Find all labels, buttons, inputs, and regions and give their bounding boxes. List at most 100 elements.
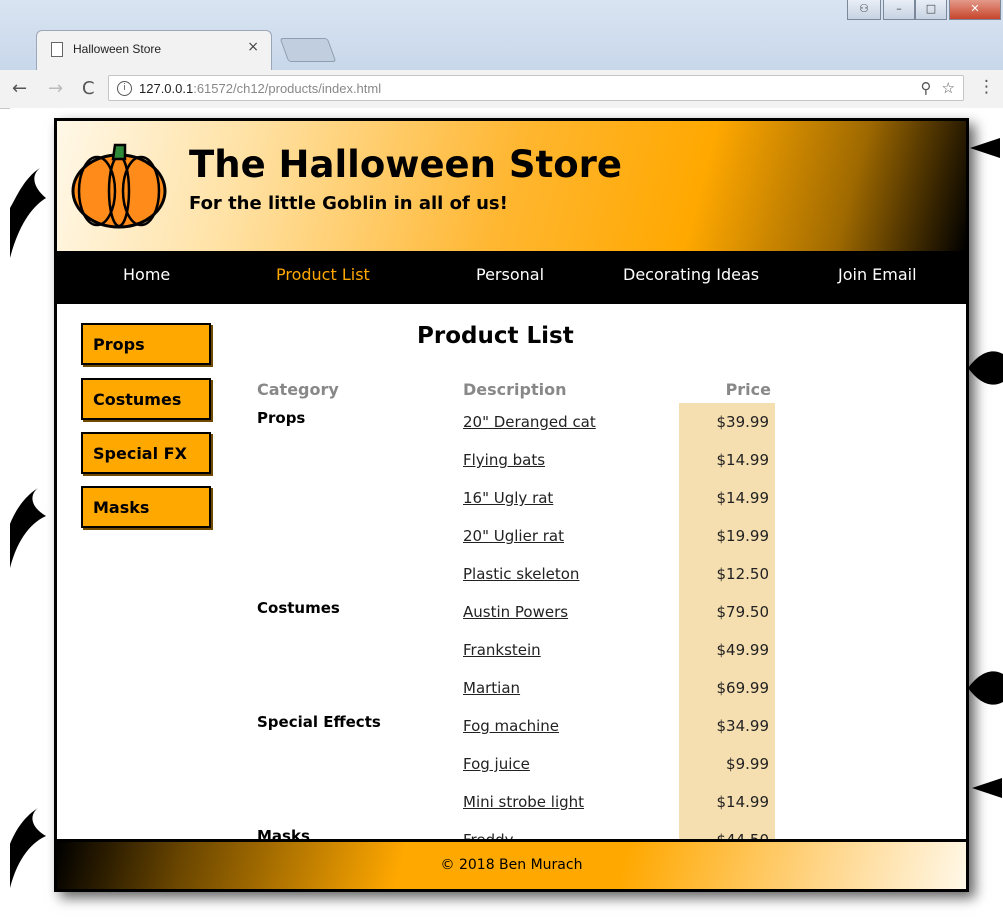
product-link[interactable]: Frankstein [463,641,541,659]
bat-background-icon [968,351,1003,385]
product-link[interactable]: Plastic skeleton [463,565,579,583]
page-container: The Halloween Store For the little Gobli… [54,118,969,892]
table-row: Flying bats $14.99 [257,441,775,479]
price-cell: $39.99 [679,403,775,441]
nav-item-product-list[interactable]: Product List [276,265,370,284]
category-cell [257,669,463,707]
price-cell: $9.99 [679,745,775,783]
table-row: 16" Ugly rat $14.99 [257,479,775,517]
url-text: 127.0.0.1:61572/ch12/products/index.html [139,81,381,96]
price-cell: $12.50 [679,555,775,593]
zoom-icon[interactable]: ⚲ [921,79,932,97]
close-window-icon[interactable]: ✕ [949,0,1001,20]
product-link[interactable]: 20" Uglier rat [463,527,564,545]
nav-item-decorating-ideas[interactable]: Decorating Ideas [623,265,759,284]
bat-background-icon [10,808,46,888]
omnibox-actions: ⚲ ☆ [911,79,955,97]
back-icon[interactable]: ← [12,78,27,99]
browser-tabstrip: Halloween Store × ⚇ – □ ✕ [0,0,1003,70]
description-cell: Frankstein [463,631,679,669]
price-cell: $34.99 [679,707,775,745]
sidebar-item-masks[interactable]: Masks [81,486,211,528]
column-header-description: Description [463,380,567,399]
description-cell: Martian [463,669,679,707]
category-cell: Costumes [257,599,340,617]
nav-item-home[interactable]: Home [123,265,170,284]
page-title: Product List [417,323,574,349]
nav-item-join-email[interactable]: Join Email [838,265,917,284]
category-cell [257,631,463,669]
sidebar-item-costumes[interactable]: Costumes [81,378,211,420]
minimize-icon[interactable]: – [883,0,915,20]
product-link[interactable]: Mini strobe light [463,793,584,811]
sidebar-item-special-fx[interactable]: Special FX [81,432,211,474]
category-cell [257,479,463,517]
bat-background-icon [970,138,1000,158]
table-row: Frankstein $49.99 [257,631,775,669]
table-row: Fog juice $9.99 [257,745,775,783]
bat-background-icon [10,168,46,258]
description-cell: Plastic skeleton [463,555,679,593]
category-cell: Special Effects [257,713,381,731]
nav-item-personal[interactable]: Personal [476,265,544,284]
url-host: 127.0.0.1 [139,81,194,96]
account-icon[interactable]: ⚇ [847,0,881,20]
product-link[interactable]: 16" Ugly rat [463,489,553,507]
page-icon [51,42,63,57]
table-row: Martian $69.99 [257,669,775,707]
url-input[interactable]: i 127.0.0.1:61572/ch12/products/index.ht… [108,75,964,101]
product-link[interactable]: 20" Deranged cat [463,413,596,431]
forward-icon[interactable]: → [48,78,63,99]
close-tab-icon[interactable]: × [247,39,259,55]
price-cell: $14.99 [679,479,775,517]
tab-title: Halloween Store [73,42,162,56]
sidebar-item-props[interactable]: Props [81,323,211,365]
table-row: Mini strobe light $14.99 [257,783,775,821]
address-bar: ← → C i 127.0.0.1:61572/ch12/products/in… [0,70,1003,109]
table-row: Costumes Austin Powers $79.50 [257,593,775,631]
price-cell: $69.99 [679,669,775,707]
description-cell: 20" Deranged cat [463,403,679,441]
main-nav: Home Product List Personal Decorating Id… [57,251,966,304]
product-rows: Props 20" Deranged cat $39.99 Flying bats $1… [257,403,775,889]
bat-background-icon [968,671,1003,705]
reload-icon[interactable]: C [82,78,95,99]
price-cell: $19.99 [679,517,775,555]
description-cell: Austin Powers [463,593,679,631]
description-cell: Fog machine [463,707,679,745]
description-cell: Flying bats [463,441,679,479]
info-icon[interactable]: i [117,81,132,96]
category-cell [257,783,463,821]
product-link[interactable]: Austin Powers [463,603,568,621]
site-tagline: For the little Goblin in all of us! [189,193,508,214]
new-tab-button[interactable] [279,38,337,62]
bat-background-icon [972,778,1002,798]
bookmark-star-icon[interactable]: ☆ [942,79,955,97]
column-header-category: Category [257,380,339,399]
browser-menu-icon[interactable]: ⋮ [978,77,995,97]
site-title: The Halloween Store [189,143,622,186]
category-cell [257,441,463,479]
table-row: Plastic skeleton $12.50 [257,555,775,593]
pumpkin-logo-icon [71,143,167,229]
copyright-text: © 2018 Ben Murach [440,857,583,873]
description-cell: Fog juice [463,745,679,783]
product-link[interactable]: Fog juice [463,755,530,773]
category-cell [257,555,463,593]
table-row: Special Effects Fog machine $34.99 [257,707,775,745]
product-link[interactable]: Martian [463,679,520,697]
site-footer: © 2018 Ben Murach [57,839,966,889]
description-cell: 16" Ugly rat [463,479,679,517]
product-link[interactable]: Flying bats [463,451,545,469]
category-cell [257,517,463,555]
product-link[interactable]: Fog machine [463,717,559,735]
description-cell: 20" Uglier rat [463,517,679,555]
table-row: 20" Uglier rat $19.99 [257,517,775,555]
browser-tab[interactable]: Halloween Store × [36,30,272,70]
price-cell: $14.99 [679,783,775,821]
page-viewport: The Halloween Store For the little Gobli… [10,108,1003,924]
price-cell: $14.99 [679,441,775,479]
site-header: The Halloween Store For the little Gobli… [57,121,966,251]
window-controls: ⚇ – □ ✕ [847,0,1003,22]
maximize-icon[interactable]: □ [915,0,947,20]
